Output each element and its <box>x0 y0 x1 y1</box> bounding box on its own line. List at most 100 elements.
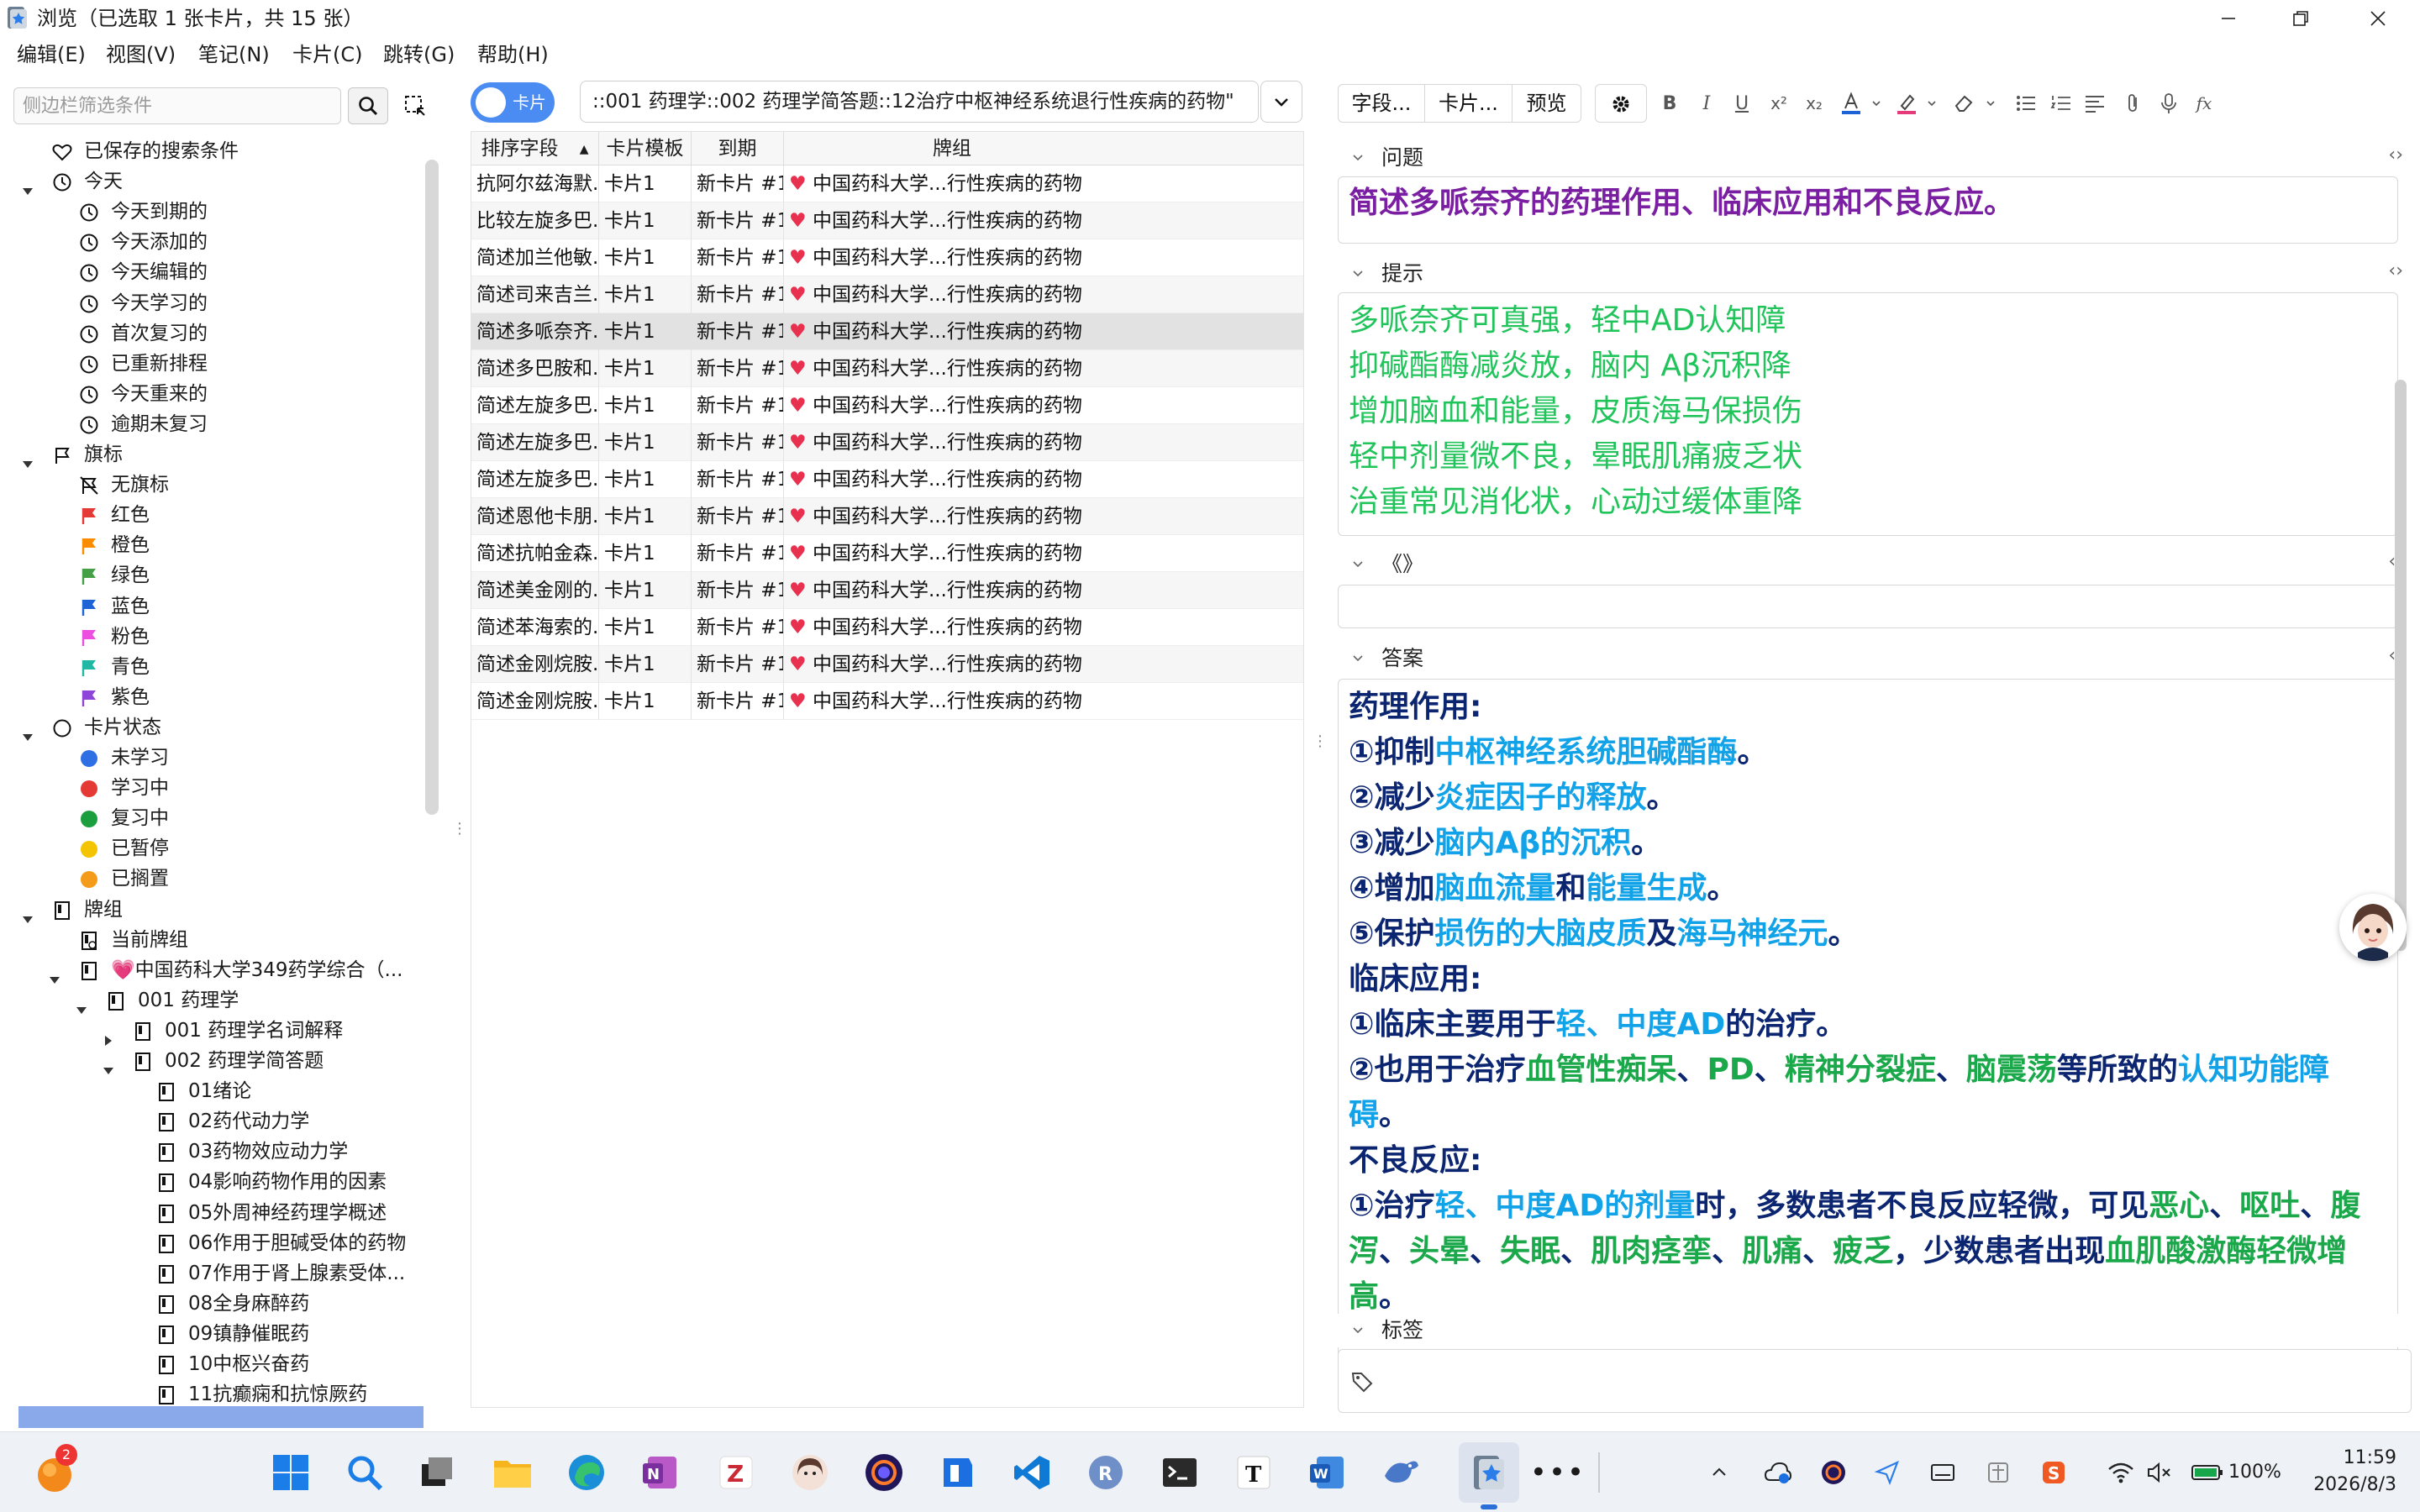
menu-go[interactable]: 跳转(G) <box>383 40 455 69</box>
sidebar-item[interactable]: 今天重来的 <box>0 379 424 409</box>
sidebar-item[interactable]: 今天 <box>0 166 424 197</box>
menu-edit[interactable]: 编辑(E) <box>17 40 86 69</box>
clock-date[interactable]: 2026/8/3 <box>2302 1473 2396 1498</box>
close-button[interactable] <box>2339 0 2417 37</box>
expand-arrow-icon[interactable] <box>22 905 34 923</box>
expand-arrow-icon[interactable] <box>49 965 60 984</box>
table-row[interactable]: 简述抗帕金森...卡片1新卡片 #10060...♥ 中国药科大学...行性疾病… <box>471 535 1303 572</box>
search-query[interactable]: ::001 药理学::002 药理学简答题::12治疗中枢神经系统退行性疾病的药… <box>592 88 1253 115</box>
table-row[interactable]: 简述多巴胺和...卡片1新卡片 #10067...♥ 中国药科大学...行性疾病… <box>471 350 1303 387</box>
sidebar-item[interactable]: 粉色 <box>0 622 424 652</box>
table-row[interactable]: 简述左旋多巴...卡片1新卡片 #10068...♥ 中国药科大学...行性疾病… <box>471 424 1303 461</box>
taskbar-app[interactable]: Z <box>711 1447 761 1498</box>
sidebar-item[interactable]: 学习中 <box>0 773 424 803</box>
sidebar-item[interactable]: 💗中国药科大学349药学综合（... <box>0 955 424 985</box>
more-apps-button[interactable]: ••• <box>1530 1447 1584 1498</box>
table-row[interactable]: 简述金刚烷胺...卡片1新卡片 #10045...♥ 中国药科大学...行性疾病… <box>471 646 1303 683</box>
start-button[interactable] <box>266 1447 316 1498</box>
sidebar-item[interactable]: 已暂停 <box>0 833 424 864</box>
sidebar-item[interactable]: 红色 <box>0 500 424 530</box>
sidebar-item[interactable]: 青色 <box>0 652 424 682</box>
taskbar-app[interactable] <box>1007 1447 1057 1498</box>
expand-arrow-icon[interactable] <box>103 1056 114 1074</box>
field-header-extra[interactable]: 《》 ‹› <box>1338 548 2412 581</box>
taskbar-app[interactable] <box>487 1447 538 1498</box>
volume-button[interactable] <box>2143 1447 2176 1498</box>
sidebar-scrollbar[interactable] <box>425 160 439 815</box>
sidebar-item[interactable]: 04影响药物作用的因素 <box>0 1167 424 1197</box>
table-row[interactable]: 简述美金刚的...卡片1新卡片 #10060...♥ 中国药科大学...行性疾病… <box>471 572 1303 609</box>
superscript-button[interactable]: x² <box>1768 92 1790 114</box>
bold-button[interactable]: B <box>1659 92 1681 114</box>
hint-field[interactable]: 多哌奈齐可真强，轻中AD认知障 抑碱酯酶减炎放，脑内 Aβ沉积降 增加脑血和能量… <box>1338 292 2398 536</box>
tray-icon[interactable]: S <box>2037 1447 2070 1498</box>
tray-overflow-button[interactable] <box>1702 1447 1736 1498</box>
formula-button[interactable]: fx <box>2193 92 2215 114</box>
taskbar-app[interactable]: 2 <box>30 1444 81 1498</box>
sidebar-item[interactable]: 001 药理学名词解释 <box>0 1016 424 1046</box>
restore-button[interactable] <box>2262 0 2339 37</box>
html-editor-toggle-icon[interactable]: ‹› <box>2388 260 2403 281</box>
menu-card[interactable]: 卡片(C) <box>292 40 362 69</box>
sidebar-search-button[interactable] <box>348 87 388 124</box>
fields-button[interactable]: 字段... <box>1338 84 1425 123</box>
text-color-dropdown[interactable] <box>1865 92 1887 114</box>
tray-icon[interactable] <box>1926 1447 1960 1498</box>
subscript-button[interactable]: x₂ <box>1803 92 1825 114</box>
table-row[interactable]: 简述司来吉兰...卡片1新卡片 #10060...♥ 中国药科大学...行性疾病… <box>471 276 1303 313</box>
cards-button[interactable]: 卡片... <box>1425 84 1512 123</box>
highlight-dropdown[interactable] <box>1921 92 1943 114</box>
taskbar-app[interactable] <box>859 1447 909 1498</box>
field-header-question[interactable]: 问题 ‹› <box>1338 141 2412 175</box>
underline-button[interactable]: U <box>1731 92 1753 114</box>
taskbar-app[interactable]: R <box>1081 1447 1131 1498</box>
column-sort-field[interactable]: 排序字段 ▲ <box>471 132 599 165</box>
sidebar-item[interactable]: 08全身麻醉药 <box>0 1289 424 1319</box>
splitter-handle-right[interactable]: ⋮ <box>1313 732 1328 750</box>
tags-field[interactable] <box>1338 1349 2412 1413</box>
splitter-handle-left[interactable]: ⋮ <box>452 820 467 837</box>
bullet-list-button[interactable] <box>2015 92 2037 114</box>
table-row[interactable]: 抗阿尔兹海默...卡片1新卡片 #10068...♥ 中国药科大学...行性疾病… <box>471 165 1303 202</box>
menu-help[interactable]: 帮助(H) <box>477 40 549 69</box>
expand-arrow-icon[interactable] <box>22 722 34 741</box>
taskbar-app[interactable] <box>785 1447 835 1498</box>
sidebar-item[interactable]: 今天编辑的 <box>0 257 424 287</box>
settings-button[interactable] <box>1595 84 1647 123</box>
sidebar-item[interactable]: 牌组 <box>0 895 424 925</box>
sidebar-item[interactable]: 01绪论 <box>0 1076 424 1106</box>
select-tool-button[interactable] <box>397 87 434 124</box>
sidebar-item[interactable]: 06作用于胆碱受体的药物 <box>0 1228 424 1258</box>
sidebar-item[interactable]: 紫色 <box>0 682 424 712</box>
sidebar-item[interactable]: 10中枢兴奋药 <box>0 1349 424 1379</box>
menu-note[interactable]: 笔记(N) <box>198 40 270 69</box>
table-row[interactable]: 比较左旋多巴...卡片1新卡片 #10067...♥ 中国药科大学...行性疾病… <box>471 202 1303 239</box>
clock-time[interactable]: 11:59 <box>2336 1446 2396 1471</box>
extra-field[interactable] <box>1338 585 2398 628</box>
align-button[interactable] <box>2084 92 2106 114</box>
sidebar-item[interactable]: 已重新排程 <box>0 349 424 379</box>
sidebar-item[interactable]: 首次复习的 <box>0 318 424 349</box>
sidebar-item[interactable]: 旗标 <box>0 439 424 470</box>
sidebar-item[interactable]: 07作用于肾上腺素受体... <box>0 1258 424 1289</box>
sidebar-item[interactable]: 今天添加的 <box>0 227 424 257</box>
clear-format-button[interactable] <box>1953 92 1975 114</box>
taskbar-app[interactable]: T <box>1228 1447 1279 1498</box>
column-card-template[interactable]: 卡片模板 <box>599 132 692 165</box>
table-row[interactable]: 简述左旋多巴...卡片1新卡片 #10067...♥ 中国药科大学...行性疾病… <box>471 387 1303 424</box>
record-audio-button[interactable] <box>2158 92 2180 114</box>
taskbar-app[interactable]: W <box>1302 1447 1353 1498</box>
sidebar-item[interactable]: 蓝色 <box>0 591 424 622</box>
sidebar-item[interactable]: 绿色 <box>0 560 424 591</box>
sidebar-item[interactable]: 逾期未复习 <box>0 409 424 439</box>
taskbar-app[interactable] <box>1155 1447 1205 1498</box>
expand-arrow-icon[interactable] <box>76 995 87 1014</box>
field-header-answer[interactable]: 答案 ‹› <box>1338 642 2412 675</box>
collapse-arrow-icon[interactable] <box>103 1026 114 1046</box>
table-row[interactable]: 简述恩他卡朋...卡片1新卡片 #10060...♥ 中国药科大学...行性疾病… <box>471 498 1303 535</box>
sidebar-item[interactable]: 09镇静催眠药 <box>0 1319 424 1349</box>
sidebar-item[interactable]: 卡片状态 <box>0 712 424 743</box>
taskbar-app[interactable]: N <box>635 1447 686 1498</box>
taskbar-app[interactable] <box>933 1447 983 1498</box>
sidebar-filter-input[interactable] <box>23 88 334 123</box>
